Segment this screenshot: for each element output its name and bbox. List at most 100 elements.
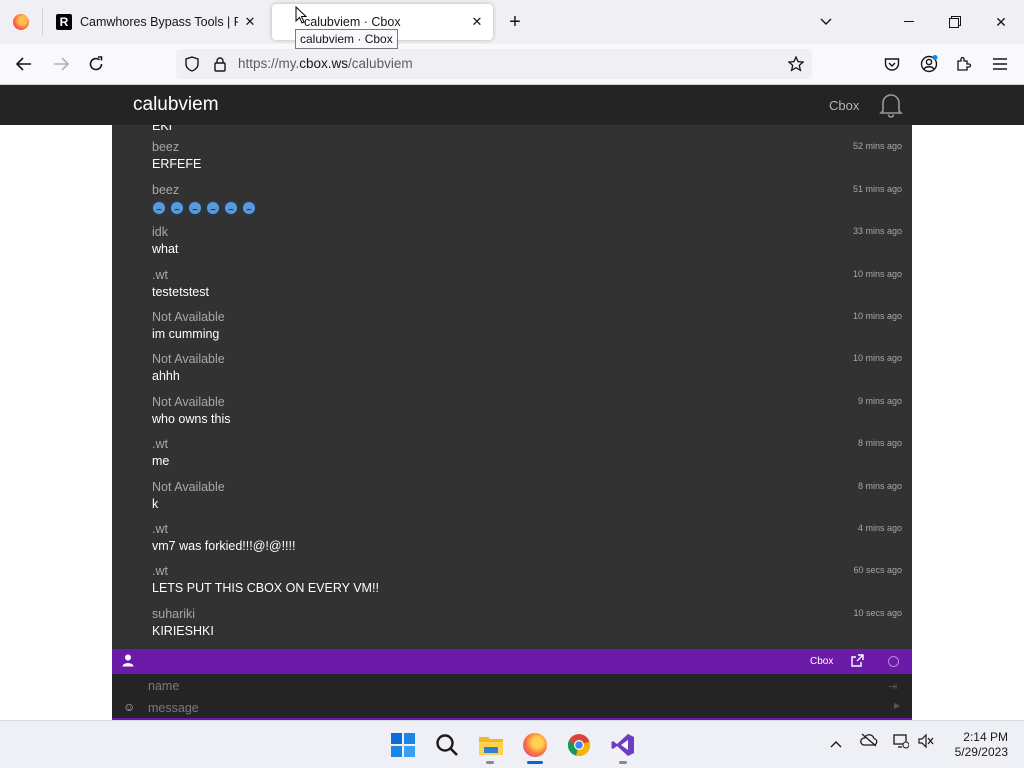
message-text: who owns this	[152, 412, 231, 426]
message-text: me	[152, 454, 170, 468]
message-timestamp: 10 mins ago	[852, 353, 902, 363]
tracking-protection-shield-icon[interactable]	[180, 52, 204, 76]
app-indicator	[619, 761, 627, 764]
url-prefix: https://my.	[238, 56, 300, 71]
post-form: name ⇥ ☺ message ▶	[112, 674, 912, 720]
worried-face-emoji-icon	[224, 201, 238, 215]
cbox-favicon-icon	[280, 14, 296, 30]
file-explorer-icon[interactable]	[475, 729, 507, 761]
menu-hamburger-icon[interactable]	[988, 52, 1012, 76]
tab-title: calubviem · Cbox	[304, 15, 401, 29]
back-arrow-icon[interactable]	[12, 52, 36, 76]
new-tab-button[interactable]: +	[503, 10, 527, 34]
url-text[interactable]: https://my.cbox.ws/calubviem	[238, 56, 413, 71]
search-icon[interactable]	[431, 729, 463, 761]
message-timestamp: 10 mins ago	[852, 311, 902, 321]
message-text: k	[152, 497, 159, 511]
message-timestamp: 10 secs ago	[853, 608, 902, 618]
external-link-icon[interactable]	[851, 654, 864, 667]
chat-messages-area[interactable]: EKI beez 52 mins ago ERFEFE beez 51 mins…	[112, 125, 912, 649]
mouse-cursor-icon	[295, 6, 307, 24]
tab-divider	[42, 8, 43, 36]
send-icon[interactable]: ▶	[894, 701, 900, 710]
show-hidden-icons-chevron-icon[interactable]	[830, 735, 842, 751]
smiley-icon[interactable]: ☺	[123, 700, 135, 714]
message-text: testetstest	[152, 285, 209, 299]
lock-icon[interactable]	[208, 52, 232, 76]
close-tab-icon[interactable]: ✕	[238, 10, 262, 34]
message-author[interactable]: Not Available	[152, 480, 225, 494]
message-author[interactable]: Not Available	[152, 310, 225, 324]
message-input[interactable]: message	[148, 701, 199, 715]
restore-button[interactable]	[932, 0, 978, 44]
message-text: ERFEFE	[152, 157, 202, 171]
emoji-row	[152, 201, 256, 215]
message-text: KIRIESHKI	[152, 624, 214, 638]
clock-time: 2:14 PM	[963, 730, 1008, 744]
close-window-button[interactable]: ✕	[978, 0, 1024, 44]
bookmark-star-icon[interactable]	[784, 52, 808, 76]
tab-camwhores-bypass[interactable]: R Camwhores Bypass Tools | Priva ✕	[48, 4, 266, 40]
network-icon[interactable]	[893, 733, 910, 752]
message-author[interactable]: beez	[152, 140, 179, 154]
cbox-header-link[interactable]: Cbox	[829, 98, 859, 113]
message-text: LETS PUT THIS CBOX ON EVERY VM!!	[152, 581, 379, 595]
message-author[interactable]: .wt	[152, 522, 168, 536]
extensions-icon[interactable]	[952, 52, 976, 76]
app-indicator	[486, 761, 494, 764]
list-all-tabs-icon[interactable]	[814, 10, 838, 34]
message-text: im cumming	[152, 327, 220, 341]
volume-muted-icon[interactable]	[918, 733, 934, 752]
url-path: /calubviem	[348, 56, 413, 71]
message-author[interactable]: beez	[152, 183, 179, 197]
message-timestamp: 8 mins ago	[857, 438, 902, 448]
message-author[interactable]: .wt	[152, 268, 168, 282]
login-icon[interactable]: ⇥	[888, 680, 897, 693]
close-tab-icon[interactable]: ✕	[465, 10, 489, 34]
forward-arrow-icon[interactable]	[49, 52, 73, 76]
navigation-toolbar: https://my.cbox.ws/calubviem	[0, 44, 1024, 85]
partial-message-text: EKI	[152, 125, 173, 133]
message-author[interactable]: Not Available	[152, 352, 225, 366]
message-text: ahhh	[152, 369, 180, 383]
account-icon[interactable]	[917, 52, 941, 76]
message-author[interactable]: Not Available	[152, 395, 225, 409]
name-input[interactable]: name	[148, 679, 179, 693]
minimize-button[interactable]	[886, 0, 932, 44]
url-bar[interactable]: https://my.cbox.ws/calubviem	[176, 49, 812, 79]
message-author[interactable]: .wt	[152, 564, 168, 578]
tab-title: Camwhores Bypass Tools | Priva	[80, 15, 238, 29]
message-text: what	[152, 242, 179, 256]
firefox-icon	[13, 14, 29, 30]
message-timestamp: 52 mins ago	[852, 141, 902, 151]
firefox-taskbar-icon[interactable]	[519, 729, 551, 761]
message-timestamp: 9 mins ago	[857, 396, 902, 406]
system-clock[interactable]: 2:14 PM 5/29/2023	[944, 730, 1008, 760]
box-title: calubviem	[133, 94, 219, 115]
worried-face-emoji-icon	[152, 201, 166, 215]
user-icon[interactable]	[122, 654, 134, 667]
cbox-toolbar-link[interactable]: Cbox	[810, 656, 833, 667]
message-timestamp: 60 secs ago	[853, 565, 902, 575]
windows-taskbar: 2:14 PM 5/29/2023	[0, 720, 1024, 768]
tab-tooltip: calubviem · Cbox	[295, 29, 398, 49]
active-app-indicator	[527, 761, 543, 764]
worried-face-emoji-icon	[206, 201, 220, 215]
message-author[interactable]: suhariki	[152, 607, 195, 621]
visual-studio-icon[interactable]	[607, 729, 639, 761]
bell-icon[interactable]	[879, 92, 903, 118]
message-timestamp: 10 mins ago	[852, 269, 902, 279]
message-timestamp: 8 mins ago	[857, 481, 902, 491]
worried-face-emoji-icon	[242, 201, 256, 215]
message-author[interactable]: .wt	[152, 437, 168, 451]
url-domain: cbox.ws	[299, 56, 349, 71]
chrome-icon[interactable]	[563, 729, 595, 761]
firefox-view-button[interactable]	[0, 0, 42, 44]
message-author[interactable]: idk	[152, 225, 168, 239]
pocket-icon[interactable]	[880, 52, 904, 76]
status-circle-icon[interactable]	[888, 656, 899, 667]
cbox-header: calubviem Cbox	[0, 85, 1024, 125]
cloud-offline-icon[interactable]	[860, 733, 878, 750]
reload-icon[interactable]	[84, 52, 108, 76]
windows-start-icon[interactable]	[387, 729, 419, 761]
